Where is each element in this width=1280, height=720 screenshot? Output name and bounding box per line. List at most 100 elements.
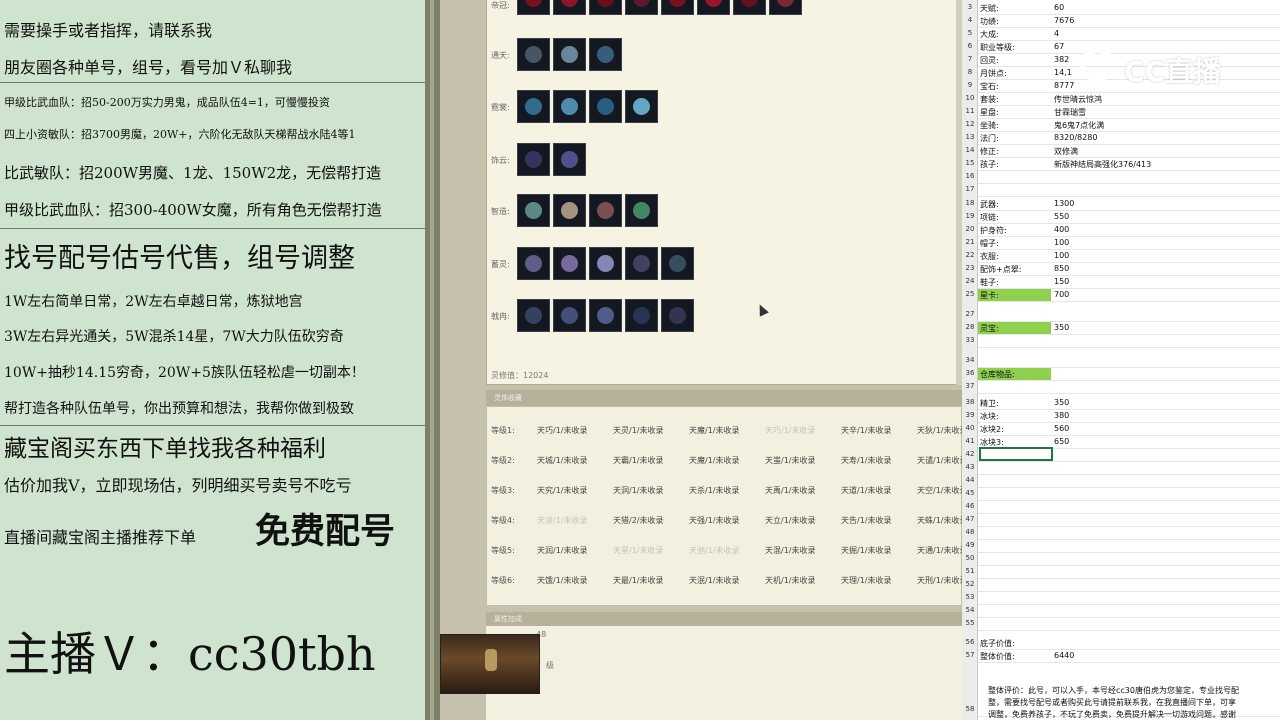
cell-value[interactable]: 150: [1054, 277, 1069, 286]
cell-key[interactable]: 套装:: [980, 94, 999, 105]
cell-key[interactable]: 精卫:: [980, 398, 999, 409]
cell-value[interactable]: 1300: [1054, 199, 1074, 208]
cell-value[interactable]: 100: [1054, 238, 1069, 247]
grid-cell[interactable]: 天理/1/未收录: [841, 575, 891, 586]
grid-cell[interactable]: 天混/1/未收录: [765, 545, 815, 556]
cell-key[interactable]: 星卡:: [980, 290, 999, 301]
item-slot[interactable]: [625, 299, 658, 332]
item-slot[interactable]: [733, 0, 766, 15]
grid-cell[interactable]: 天禹/1/未收录: [765, 485, 815, 496]
grid-cell[interactable]: 天告/1/未收录: [841, 515, 891, 526]
cell-value[interactable]: 4: [1054, 29, 1059, 38]
item-slot[interactable]: [517, 194, 550, 227]
grid-cell[interactable]: 天蚩/1/未收录: [765, 455, 815, 466]
cell-key[interactable]: 天赋:: [980, 3, 999, 14]
grid-cell[interactable]: 天灵/1/未收录: [613, 425, 663, 436]
item-slot[interactable]: [661, 247, 694, 280]
item-slot[interactable]: [553, 194, 586, 227]
grid-cell[interactable]: 天强/1/未收录: [689, 515, 739, 526]
cell-key[interactable]: 宝石:: [980, 81, 999, 92]
cell-value[interactable]: 14,1: [1054, 68, 1072, 77]
cell-key[interactable]: 配饰+点翠:: [980, 264, 1021, 275]
cell-key[interactable]: 冰块2:: [980, 424, 1004, 435]
cell-key[interactable]: 整体价值:: [980, 651, 1015, 662]
grid-cell[interactable]: 天杀/1/未收录: [689, 485, 739, 496]
cell-key[interactable]: 回灵:: [980, 55, 999, 66]
item-slot[interactable]: [517, 247, 550, 280]
item-slot[interactable]: [589, 247, 622, 280]
cell-key[interactable]: 冰块:: [980, 411, 999, 422]
item-slot[interactable]: [517, 90, 550, 123]
grid-cell[interactable]: 天星/1/未收录: [613, 545, 663, 556]
cell-key[interactable]: 星盘:: [980, 107, 999, 118]
item-slot[interactable]: [517, 0, 550, 15]
grid-cell[interactable]: 天蛛/1/未收录: [917, 515, 962, 526]
cell-key[interactable]: 月饼点:: [980, 68, 1007, 79]
grid-cell[interactable]: 天究/1/未收录: [537, 485, 587, 496]
grid-cell[interactable]: 天弛/1/未收录: [689, 545, 739, 556]
cell-value[interactable]: 鬼6鬼7点化满: [1054, 120, 1104, 131]
cell-value[interactable]: 350: [1054, 323, 1069, 332]
item-slot[interactable]: [553, 0, 586, 15]
grid-cell[interactable]: 天魔/1/未收录: [689, 425, 739, 436]
item-slot[interactable]: [553, 143, 586, 176]
item-slot[interactable]: [517, 143, 550, 176]
item-slot[interactable]: [589, 194, 622, 227]
item-slot[interactable]: [769, 0, 802, 15]
item-slot[interactable]: [589, 0, 622, 15]
cell-value[interactable]: 650: [1054, 437, 1069, 446]
cell-value[interactable]: 67: [1054, 42, 1064, 51]
grid-cell[interactable]: 天掘/1/未收录: [841, 545, 891, 556]
grid-cell[interactable]: 天道/1/未收录: [841, 485, 891, 496]
grid-cell[interactable]: 天狄/1/未收录: [917, 425, 962, 436]
cell-value[interactable]: 100: [1054, 251, 1069, 260]
item-slot[interactable]: [553, 299, 586, 332]
item-slot[interactable]: [625, 0, 658, 15]
cell-value[interactable]: 甘霖瑞雪: [1054, 107, 1086, 118]
cell-key[interactable]: 灵宝:: [980, 323, 999, 334]
item-slot[interactable]: [625, 247, 658, 280]
item-slot[interactable]: [589, 38, 622, 71]
cell-key[interactable]: 项链:: [980, 212, 999, 223]
item-slot[interactable]: [661, 0, 694, 15]
item-slot[interactable]: [517, 38, 550, 71]
cell-key[interactable]: 仓库物品:: [980, 369, 1015, 380]
grid-cell[interactable]: 天机/1/未收录: [765, 575, 815, 586]
item-slot[interactable]: [625, 194, 658, 227]
grid-cell[interactable]: 天巧/1/未收录: [765, 425, 815, 436]
cell-key[interactable]: 孩子:: [980, 159, 999, 170]
grid-cell[interactable]: 天猎/2/未收录: [613, 515, 663, 526]
grid-cell[interactable]: 天巧/1/未收录: [537, 425, 587, 436]
grid-cell[interactable]: 天洞/1/未收录: [613, 485, 663, 496]
cell-value[interactable]: 550: [1054, 212, 1069, 221]
cell-value[interactable]: 850: [1054, 264, 1069, 273]
item-slot[interactable]: [517, 299, 550, 332]
cell-value[interactable]: 380: [1054, 411, 1069, 420]
cell-key[interactable]: 帽子:: [980, 238, 999, 249]
grid-cell[interactable]: 天霸/1/未收录: [613, 455, 663, 466]
grid-cell[interactable]: 天空/1/未收录: [917, 485, 962, 496]
cell-key[interactable]: 坐骑:: [980, 120, 999, 131]
grid-cell[interactable]: 天寿/1/未收录: [841, 455, 891, 466]
grid-cell[interactable]: 天城/1/未收录: [537, 455, 587, 466]
item-slot[interactable]: [553, 247, 586, 280]
cell-value[interactable]: 双修满: [1054, 146, 1078, 157]
selected-cell[interactable]: [979, 447, 1053, 461]
grid-cell[interactable]: 天谴/1/未收录: [917, 455, 962, 466]
grid-cell[interactable]: 天辛/1/未收录: [841, 425, 891, 436]
cell-value[interactable]: 350: [1054, 398, 1069, 407]
cell-key[interactable]: 修正:: [980, 146, 999, 157]
item-slot[interactable]: [625, 90, 658, 123]
cell-value[interactable]: 700: [1054, 290, 1069, 299]
cell-key[interactable]: 功绩:: [980, 16, 999, 27]
grid-cell[interactable]: 天泯/1/未收录: [689, 575, 739, 586]
item-slot[interactable]: [553, 90, 586, 123]
cell-key[interactable]: 职业等级:: [980, 42, 1015, 53]
cell-key[interactable]: 武器:: [980, 199, 999, 210]
item-slot[interactable]: [589, 90, 622, 123]
cell-key[interactable]: 衣服:: [980, 251, 999, 262]
item-slot[interactable]: [661, 299, 694, 332]
cell-value[interactable]: 8320/8280: [1054, 133, 1097, 142]
cell-value[interactable]: 60: [1054, 3, 1064, 12]
cell-key[interactable]: 护身符:: [980, 225, 1007, 236]
